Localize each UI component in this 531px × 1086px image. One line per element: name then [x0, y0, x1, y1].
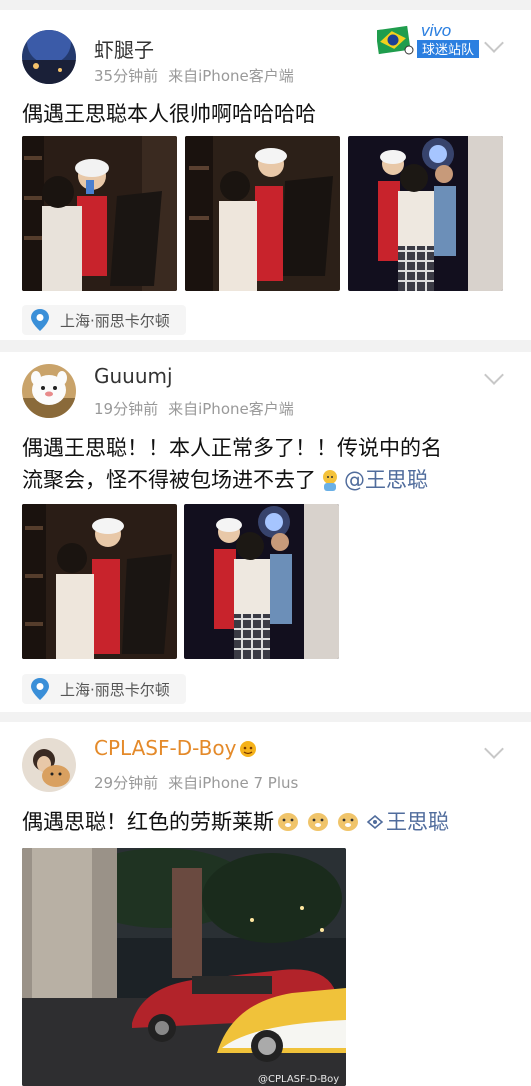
mention-link[interactable]: 王思聪	[386, 810, 449, 834]
location-label: 上海·丽思卡尔顿	[60, 680, 170, 699]
post-source: 来自iPhone客户端	[168, 400, 294, 418]
post-photo[interactable]	[22, 504, 177, 659]
post-card: Guuumj 19分钟前 来自iPhone客户端 偶遇王思聪！！本人正常多了！！传…	[0, 352, 531, 712]
username[interactable]: 虾腿子	[94, 34, 154, 63]
mention-link[interactable]: @王思聪	[344, 468, 428, 492]
post-time: 19分钟前	[94, 400, 159, 418]
username[interactable]: Guuumj	[94, 364, 173, 388]
post-text: 偶遇思聪！红色的劳斯莱斯 王思聪	[22, 806, 501, 838]
vivo-subtitle: 球迷站队	[422, 43, 474, 58]
post-card: 虾腿子 35分钟前 来自iPhone客户端 vivo 球迷站队 偶遇王思聪本人很帅…	[0, 10, 531, 340]
avatar[interactable]	[22, 364, 76, 418]
post-photo[interactable]	[348, 136, 503, 291]
location-tag[interactable]: 上海·丽思卡尔顿	[22, 674, 186, 704]
location-label: 上海·丽思卡尔顿	[60, 311, 170, 330]
post-text-line: 流聚会，怪不得被包场进不去了 @王思聪	[22, 464, 501, 496]
post-meta: 19分钟前 来自iPhone客户端	[94, 398, 294, 419]
username-text: CPLASF-D-Boy	[94, 736, 237, 760]
chevron-down-icon[interactable]	[484, 739, 504, 759]
post-card: CPLASF-D-Boy 29分钟前 来自iPhone 7 Plus 偶遇思聪！红…	[0, 722, 531, 1086]
post-time: 35分钟前	[94, 67, 159, 85]
location-tag[interactable]: 上海·丽思卡尔顿	[22, 305, 186, 335]
post-text: 偶遇王思聪！！本人正常多了！！传说中的名 流聚会，怪不得被包场进不去了 @王思聪	[22, 432, 501, 496]
post-source: 来自iPhone 7 Plus	[168, 774, 299, 792]
username[interactable]: CPLASF-D-Boy	[94, 736, 258, 760]
post-photo[interactable]	[184, 504, 339, 659]
girl-emoji-icon	[320, 468, 340, 491]
post-source: 来自iPhone客户端	[168, 67, 294, 85]
post-time: 29分钟前	[94, 774, 159, 792]
chevron-down-icon[interactable]	[484, 365, 504, 385]
post-photo[interactable]	[185, 136, 340, 291]
post-text-segment: 流聚会，怪不得被包场进不去了	[22, 468, 316, 492]
doge-emoji-icon	[336, 809, 360, 831]
post-text: 偶遇王思聪本人很帅啊哈哈哈哈	[22, 102, 316, 126]
doge-emoji-icon	[306, 809, 330, 831]
crown-badge-icon	[238, 738, 258, 757]
post-meta: 29分钟前 来自iPhone 7 Plus	[94, 772, 298, 793]
doge-emoji-icon	[276, 809, 300, 831]
user-link-icon	[366, 807, 384, 830]
vivo-logo: vivo 球迷站队	[377, 21, 479, 58]
post-text-segment: 偶遇思聪！红色的劳斯莱斯	[22, 810, 274, 834]
photo-watermark: @CPLASF-D-Boy	[258, 1074, 339, 1085]
location-pin-icon	[31, 309, 49, 331]
avatar[interactable]	[22, 30, 76, 84]
location-pin-icon	[31, 678, 49, 700]
post-text-line: 偶遇王思聪！！本人正常多了！！传说中的名	[22, 436, 442, 460]
avatar[interactable]	[22, 738, 76, 792]
post-photo[interactable]	[22, 136, 177, 291]
vivo-brand-text: vivo	[421, 21, 451, 40]
post-meta: 35分钟前 来自iPhone客户端	[94, 65, 294, 86]
chevron-down-icon[interactable]	[484, 33, 504, 53]
post-photo[interactable]: @CPLASF-D-Boy	[22, 848, 346, 1086]
